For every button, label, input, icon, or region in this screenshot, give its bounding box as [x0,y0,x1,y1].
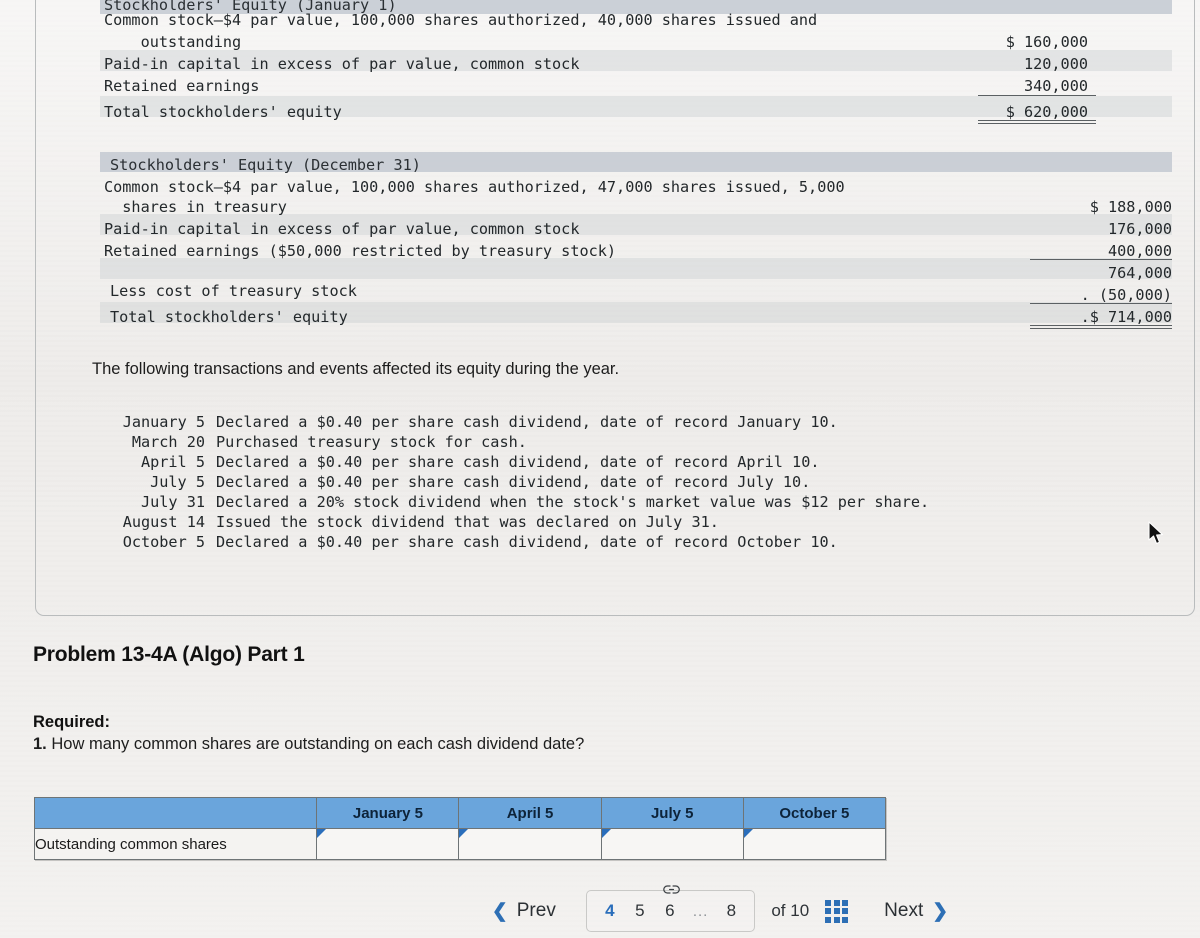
transaction-date-1: March 20 [131,433,205,451]
pagination-bar: ❮ Prev 4 5 6 ... 8 of 10 Next ❯ [0,884,1200,938]
transaction-desc-0: Declared a $0.40 per share cash dividend… [216,413,838,431]
transaction-date-2: April 5 [140,453,205,471]
subtotal-rule-2 [1030,303,1172,304]
total-double-rule-2 [1030,325,1172,329]
transaction-desc-6: Declared a $0.40 per share cash dividend… [216,533,838,551]
page-title: Problem 13-4A (Algo) Part 1 [33,643,305,666]
table-header-april-5: April 5 [458,797,602,829]
table-header-july-5: July 5 [600,797,744,829]
transaction-date-4: July 31 [140,493,205,511]
chevron-right-icon: ❯ [932,900,949,922]
input-cell-july-5[interactable] [600,828,744,860]
transaction-date-3: July 5 [150,473,205,491]
page-count-label: of 10 [771,901,810,920]
transaction-desc-1: Purchased treasury stock for cash. [216,433,527,451]
transaction-desc-2: Declared a $0.40 per share cash dividend… [216,453,820,471]
transaction-desc-5: Issued the stock dividend that was decla… [216,513,719,531]
table-row: Outstanding common shares [33,828,887,860]
page-selector[interactable]: 4 5 6 ... 8 [585,884,756,932]
prev-button-label: Prev [516,900,556,921]
december-amount-1: $ 188,000 [1089,198,1172,216]
prev-button[interactable]: ❮ Prev [478,896,570,927]
page-button-5[interactable]: 5 [625,901,655,921]
january-line-1: outstanding [104,33,242,51]
total-double-rule [978,120,1096,124]
december-line-1: shares in treasury [104,198,287,216]
page-button-4[interactable]: 4 [595,901,625,921]
answer-table[interactable]: January 5 April 5 July 5 October 5 Outst… [33,797,887,860]
table-corner-cell [33,797,318,829]
december-line-3: Retained earnings ($50,000 restricted by… [104,242,617,260]
chevron-left-icon: ❮ [491,900,508,922]
december-line-6: Total stockholders' equity [110,308,348,326]
required-label: Required: [33,713,111,731]
table-header-row: January 5 April 5 July 5 October 5 [33,797,887,829]
grid-3x3-icon[interactable] [825,899,849,923]
link-chain-icon [659,879,685,899]
transaction-desc-4: Declared a 20% stock dividend when the s… [216,493,930,511]
transaction-date-6: October 5 [122,533,205,551]
table-header-january-5: January 5 [316,797,460,829]
row-label-outstanding-common-shares: Outstanding common shares [33,828,318,860]
december-line-5: Less cost of treasury stock [110,282,357,300]
required-question: 1. How many common shares are outstandin… [33,735,584,754]
next-button[interactable]: Next ❯ [870,896,962,927]
page-button-6[interactable]: 6 [655,901,685,921]
input-cell-april-5[interactable] [458,828,602,860]
december-amount-2: 176,000 [1107,220,1172,238]
january-line-4: Total stockholders' equity [104,103,342,121]
page-ellipsis: ... [692,902,709,920]
table-header-october-5: October 5 [742,797,887,829]
transaction-date-5: August 14 [122,513,205,531]
december-line-0: Common stock—$4 par value, 100,000 share… [104,178,845,196]
page-button-8[interactable]: 8 [716,901,746,921]
january-amount-1: $ 160,000 [1005,33,1088,51]
transaction-desc-3: Declared a $0.40 per share cash dividend… [216,473,811,491]
january-amount-2: 120,000 [1023,55,1088,73]
input-cell-october-5[interactable] [742,828,887,860]
next-button-label: Next [884,900,924,921]
required-question-text: How many common shares are outstanding o… [51,735,585,753]
december-header-text: Stockholders' Equity (December 31) [110,156,421,174]
january-line-3: Retained earnings [104,77,260,95]
input-cell-january-5[interactable] [316,828,460,860]
december-line-2: Paid-in capital in excess of par value, … [104,220,580,238]
subtotal-rule [1030,259,1172,260]
intro-paragraph: The following transactions and events af… [92,360,620,378]
january-amount-3: 340,000 [1023,77,1088,95]
required-number: 1. [33,735,47,753]
january-line-0: Common stock—$4 par value, 100,000 share… [104,11,818,29]
january-line-2: Paid-in capital in excess of par value, … [104,55,580,73]
transaction-date-0: January 5 [122,413,205,431]
december-amount-4: 764,000 [1107,264,1172,282]
subtotal-rule [978,95,1096,96]
